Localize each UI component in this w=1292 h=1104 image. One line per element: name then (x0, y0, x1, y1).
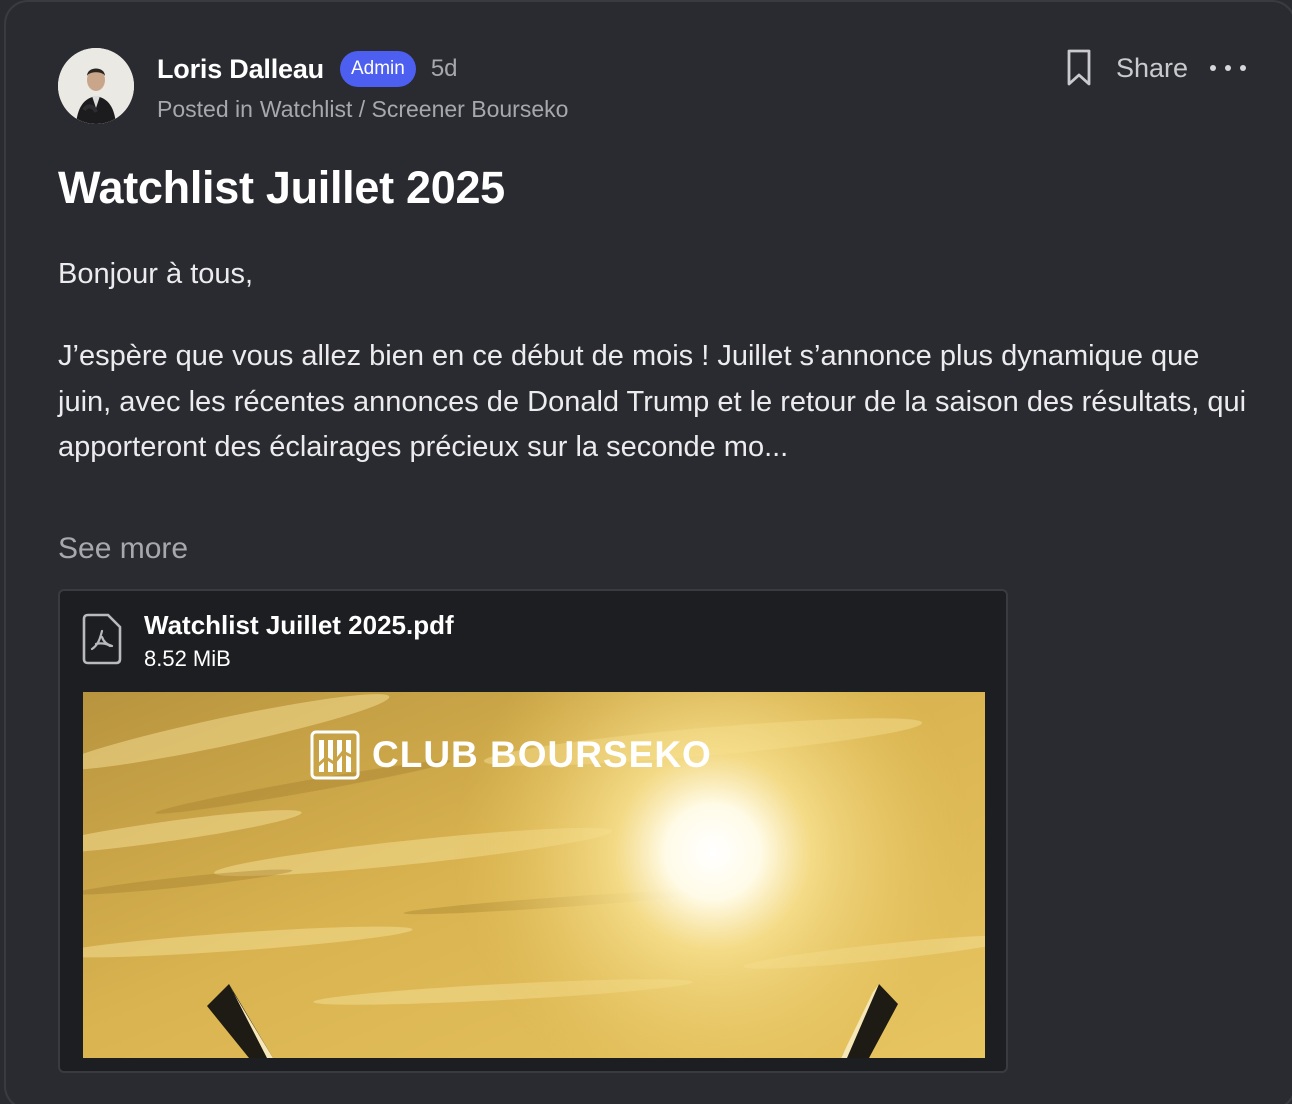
club-bourseko-logo: CLUB BOURSEKO (310, 730, 712, 780)
category-link[interactable]: Watchlist / Screener Bourseko (260, 96, 569, 123)
post-title[interactable]: Watchlist Juillet 2025 (58, 162, 505, 214)
post-actions: Share (1064, 48, 1246, 88)
post-time[interactable]: 5d (431, 55, 458, 83)
share-button[interactable]: Share (1116, 53, 1188, 84)
posted-in-label: Posted in (157, 96, 253, 122)
bookmark-icon[interactable] (1064, 48, 1094, 88)
author-name[interactable]: Loris Dalleau (157, 54, 324, 85)
file-name[interactable]: Watchlist Juillet 2025.pdf (144, 610, 454, 641)
see-more-link[interactable]: See more (58, 532, 188, 566)
post-card: Loris Dalleau Admin 5d Posted in Watchli… (4, 0, 1292, 1104)
posted-in: Posted in Watchlist / Screener Bourseko (157, 96, 568, 123)
avatar[interactable] (58, 48, 134, 124)
pdf-attachment[interactable]: Watchlist Juillet 2025.pdf 8.52 MiB CLUB… (58, 589, 1008, 1073)
file-size: 8.52 MiB (144, 646, 231, 671)
author-row: Loris Dalleau Admin 5d (157, 51, 458, 87)
admin-badge: Admin (339, 51, 416, 87)
post-greeting: Bonjour à tous, (58, 258, 254, 290)
more-horizontal-icon[interactable] (1210, 63, 1246, 73)
bar-chart-logo-icon (310, 730, 360, 780)
preview-logo-text: CLUB BOURSEKO (372, 734, 712, 775)
post-body: J’espère que vous allez bien en ce début… (58, 340, 1247, 463)
pdf-file-icon (82, 613, 122, 665)
pdf-preview-image[interactable]: CLUB BOURSEKO (83, 692, 985, 1058)
